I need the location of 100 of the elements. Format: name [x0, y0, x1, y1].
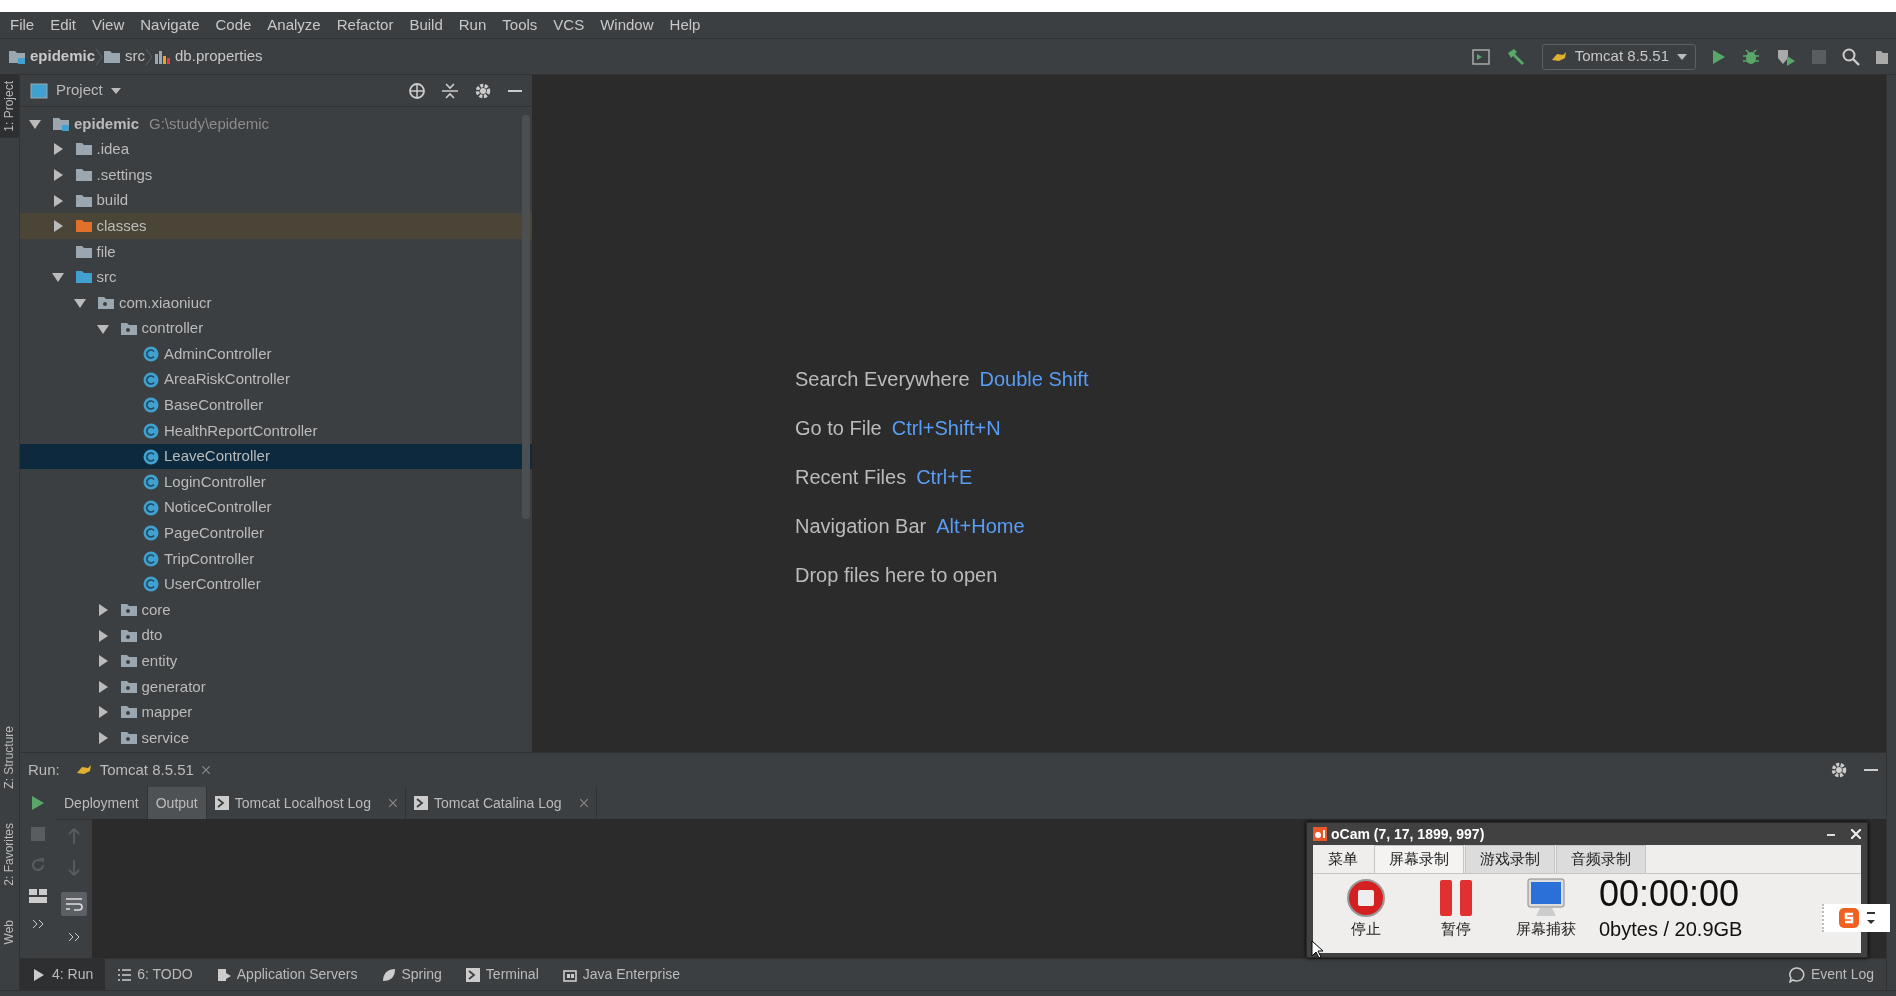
soft-wrap-icon[interactable]: [61, 892, 87, 916]
class-icon: [142, 498, 160, 517]
tree-item-label: controller: [141, 318, 204, 339]
tool-window-button[interactable]: 4: Run: [20, 958, 106, 991]
menu-item[interactable]: Tools: [494, 12, 546, 38]
menu-item[interactable]: Run: [450, 12, 495, 38]
caret-icon: [1867, 911, 1875, 925]
tree-row[interactable]: LoginController: [20, 469, 532, 495]
minimize-icon[interactable]: [1864, 768, 1878, 772]
run-session-tab[interactable]: Tomcat 8.5.51: [75, 758, 210, 782]
recorder-tab[interactable]: 游戏录制: [1465, 845, 1555, 873]
menu-item[interactable]: File: [2, 12, 43, 38]
class-icon: [142, 524, 160, 543]
tool-window-button[interactable]: Spring: [369, 958, 454, 991]
run-tab[interactable]: Output: [147, 787, 207, 819]
tree-row[interactable]: AdminController: [20, 341, 532, 367]
tree-row[interactable]: .settings: [20, 162, 532, 188]
run-icon[interactable]: [31, 795, 45, 811]
menu-item[interactable]: Edit: [42, 12, 85, 38]
menu-item[interactable]: Navigate: [132, 12, 208, 38]
menu-item[interactable]: Build: [401, 12, 451, 38]
menu-item[interactable]: Help: [661, 12, 709, 38]
tree-row[interactable]: .idea: [20, 136, 532, 163]
panel-title-dropdown[interactable]: Project: [30, 79, 121, 102]
app-icon: [1313, 827, 1327, 841]
tool-window-button[interactable]: Application Servers: [204, 958, 370, 991]
recorder-tab[interactable]: 菜单: [1313, 845, 1373, 873]
crosshair-icon[interactable]: [408, 81, 426, 100]
menu-item[interactable]: VCS: [545, 12, 593, 38]
speech-bubble-icon: [1788, 966, 1805, 983]
breadcrumb-item[interactable]: db.properties: [153, 45, 263, 68]
side-tab[interactable]: Z: Structure: [0, 720, 19, 795]
tree-row[interactable]: UserController: [20, 571, 532, 598]
hint-text: Search Everywhere: [795, 367, 970, 392]
class-icon: [142, 370, 160, 389]
recorder-tab[interactable]: 屏幕录制: [1374, 845, 1464, 873]
event-log-button[interactable]: Event Log: [1776, 958, 1886, 991]
tree-row[interactable]: core: [20, 597, 532, 623]
run-window-icon[interactable]: [1471, 48, 1490, 65]
tree-row[interactable]: file: [20, 238, 532, 265]
tree-row[interactable]: build: [20, 187, 532, 214]
recorder-action-button[interactable]: 屏幕捕获: [1501, 877, 1591, 941]
run-icon[interactable]: [1712, 48, 1726, 65]
recorder-tab[interactable]: 音频录制: [1556, 845, 1646, 873]
tree-item-label: com.xiaoniucr: [119, 292, 212, 313]
caret-icon: [1677, 53, 1687, 60]
layout-icon[interactable]: [29, 889, 47, 903]
tree-row[interactable]: NoticeController: [20, 494, 532, 521]
debug-icon[interactable]: [1742, 47, 1760, 66]
tree-row[interactable]: classes: [20, 213, 532, 239]
collapse-all-icon[interactable]: [442, 81, 458, 100]
minimize-icon[interactable]: [1827, 832, 1835, 836]
breadcrumb-item[interactable]: src: [103, 45, 146, 68]
run-icon: [32, 967, 46, 982]
tree-row[interactable]: epidemic G:\study\epidemic: [20, 111, 532, 137]
menu-item[interactable]: Refactor: [328, 12, 402, 38]
menu-item[interactable]: Window: [592, 12, 662, 38]
folder-icon[interactable]: [1876, 48, 1888, 65]
menu-item[interactable]: Code: [207, 12, 260, 38]
tool-window-button[interactable]: Java Enterprise: [550, 958, 693, 991]
run-configuration-dropdown[interactable]: Tomcat 8.5.51: [1541, 43, 1696, 70]
side-tab[interactable]: Web: [0, 913, 19, 950]
tree-row[interactable]: entity: [20, 648, 532, 675]
breadcrumb-separator-icon: [145, 47, 154, 66]
tree-row[interactable]: com.xiaoniucr: [20, 290, 532, 316]
tree-item-label: entity: [141, 651, 178, 671]
tree-row[interactable]: mapper: [20, 699, 532, 726]
tree-row[interactable]: AreaRiskController: [20, 366, 532, 393]
tree-row[interactable]: PageController: [20, 520, 532, 547]
input-method-widget[interactable]: [1822, 904, 1890, 932]
breadcrumb-item[interactable]: epidemic: [8, 45, 96, 68]
tree-row[interactable]: LeaveController: [20, 443, 532, 470]
tool-window-button[interactable]: Terminal: [453, 958, 551, 991]
settings-icon[interactable]: [1830, 761, 1848, 779]
tree-item-label: generator: [141, 676, 206, 697]
recorder-action-button[interactable]: 暂停: [1411, 877, 1501, 941]
tree-item-label: NoticeController: [164, 497, 272, 518]
more-icon[interactable]: [32, 919, 44, 929]
tree-row[interactable]: controller: [20, 315, 532, 342]
tree-row[interactable]: BaseController: [20, 392, 532, 419]
side-tab[interactable]: 1: Project: [0, 75, 19, 138]
tree-item-label: file: [96, 241, 116, 262]
settings-icon[interactable]: [474, 81, 492, 100]
tree-row[interactable]: TripController: [20, 546, 532, 572]
side-tab[interactable]: 2: Favorites: [0, 816, 19, 892]
scrollbar[interactable]: [522, 115, 530, 519]
search-icon[interactable]: [1842, 47, 1860, 66]
tree-row[interactable]: HealthReportController: [20, 418, 532, 444]
tree-row[interactable]: service: [20, 725, 532, 751]
recorder-action-button[interactable]: 停止: [1321, 877, 1411, 941]
tree-row[interactable]: src: [20, 264, 532, 291]
tree-row[interactable]: generator: [20, 674, 532, 700]
menu-item[interactable]: Analyze: [259, 12, 329, 38]
tree-row[interactable]: dto: [20, 622, 532, 649]
menu-item[interactable]: View: [84, 12, 133, 38]
hint-text: Drop files here to open: [795, 563, 998, 588]
more-icon[interactable]: [68, 932, 80, 942]
tool-window-button[interactable]: 6: TODO: [105, 958, 205, 991]
hammer-icon[interactable]: [1505, 47, 1526, 66]
coverage-icon[interactable]: [1776, 47, 1796, 66]
